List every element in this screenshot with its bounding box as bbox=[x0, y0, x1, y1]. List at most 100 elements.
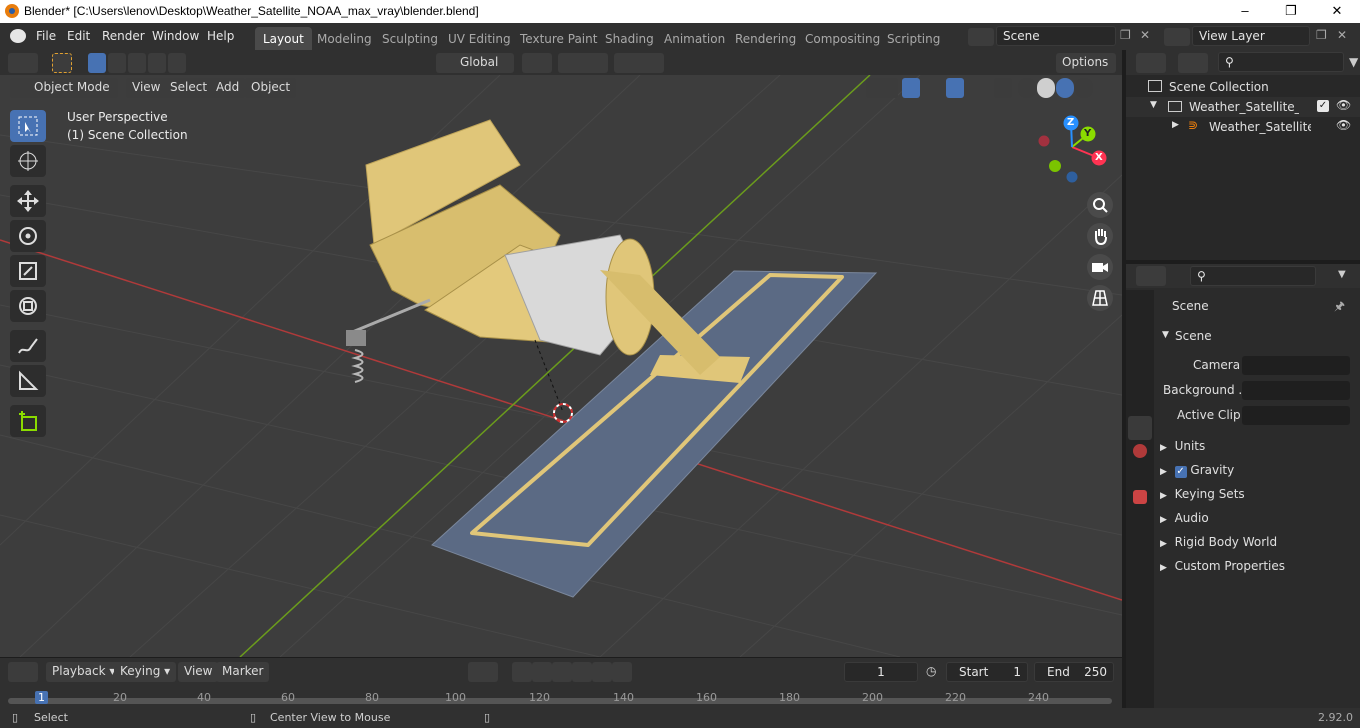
rendered-shading-icon[interactable] bbox=[1075, 78, 1093, 98]
mode-new-icon[interactable] bbox=[88, 53, 106, 73]
mode-subtract-icon[interactable] bbox=[128, 53, 146, 73]
play-reverse-icon[interactable] bbox=[552, 662, 572, 682]
xray-toggle-icon[interactable] bbox=[994, 78, 1012, 98]
rotate-tool-button[interactable] bbox=[10, 220, 46, 252]
tab-rendering[interactable]: Rendering bbox=[727, 27, 804, 50]
filter-icon[interactable]: ▼ bbox=[1349, 55, 1358, 69]
tab-uv-editing[interactable]: UV Editing bbox=[440, 27, 519, 50]
menu-file[interactable]: File bbox=[36, 29, 56, 43]
outliner-root-row[interactable]: Scene Collection bbox=[1126, 77, 1360, 97]
pivot-point-icon[interactable] bbox=[522, 53, 552, 73]
tab-animation[interactable]: Animation bbox=[656, 27, 733, 50]
cursor-tool-button[interactable] bbox=[10, 145, 46, 177]
custom-properties-section[interactable]: ▶ Custom Properties bbox=[1160, 559, 1285, 573]
scale-tool-button[interactable] bbox=[10, 255, 46, 287]
pin-icon[interactable]: 🖈 bbox=[1334, 297, 1345, 318]
active-clip-field[interactable] bbox=[1242, 406, 1350, 425]
outliner-item-collection[interactable]: ▼ Weather_Satellite_NOAA ✓ 👁 bbox=[1126, 97, 1360, 117]
keying-menu[interactable]: Keying ▾ bbox=[114, 662, 177, 682]
jump-start-icon[interactable] bbox=[512, 662, 532, 682]
properties-editor-icon[interactable] bbox=[1136, 266, 1166, 286]
marker-menu[interactable]: Marker bbox=[216, 662, 270, 682]
view-menu[interactable]: View bbox=[126, 78, 167, 98]
tab-shading[interactable]: Shading bbox=[597, 27, 662, 50]
tab-layout[interactable]: Layout bbox=[255, 27, 312, 50]
exclude-checkbox[interactable]: ✓ bbox=[1317, 100, 1329, 112]
menu-render[interactable]: Render bbox=[102, 29, 145, 43]
minimize-button[interactable]: – bbox=[1222, 0, 1268, 23]
new-scene-icon[interactable]: ❐ bbox=[1120, 28, 1131, 42]
mode-invert-icon[interactable] bbox=[148, 53, 166, 73]
tab-compositing[interactable]: Compositing bbox=[797, 27, 888, 50]
scene-panel-header[interactable]: Scene bbox=[1175, 329, 1212, 343]
tab-modeling[interactable]: Modeling bbox=[309, 27, 380, 50]
world-tab-icon[interactable] bbox=[1133, 444, 1147, 458]
object-mode-dropdown[interactable]: Object Mode bbox=[10, 78, 118, 98]
new-view-layer-icon[interactable]: ❐ bbox=[1316, 28, 1327, 42]
scene-tab-icon[interactable] bbox=[1128, 416, 1152, 440]
camera-view-button[interactable] bbox=[1087, 254, 1113, 280]
select-box-tool-icon[interactable] bbox=[52, 53, 72, 73]
menu-window[interactable]: Window bbox=[152, 29, 199, 43]
perspective-toggle-button[interactable] bbox=[1087, 285, 1113, 311]
delete-scene-icon[interactable]: ✕ bbox=[1140, 28, 1150, 42]
eye-icon[interactable]: 👁 bbox=[1336, 118, 1351, 132]
move-tool-button[interactable] bbox=[10, 185, 46, 217]
visibility-icon[interactable] bbox=[866, 78, 898, 98]
end-frame-field[interactable]: End 250 bbox=[1034, 662, 1114, 682]
view-layer-browse-icon[interactable] bbox=[1164, 28, 1190, 46]
maximize-button[interactable]: ❐ bbox=[1268, 0, 1314, 23]
scene-browse-icon[interactable] bbox=[968, 28, 994, 46]
3d-viewport[interactable]: X Y Z Object Mode View Select Add Object… bbox=[0, 75, 1122, 657]
menu-edit[interactable]: Edit bbox=[67, 29, 90, 43]
background-scene-field[interactable] bbox=[1242, 381, 1350, 400]
annotate-tool-button[interactable] bbox=[10, 330, 46, 362]
select-tool-button[interactable] bbox=[10, 110, 46, 142]
current-frame-field[interactable]: 1 bbox=[844, 662, 918, 682]
close-window-button[interactable]: ✕ bbox=[1314, 0, 1360, 23]
options-dropdown[interactable]: Options bbox=[1056, 53, 1116, 73]
proportional-editing-icon[interactable] bbox=[614, 53, 664, 73]
view-layer-tab-icon[interactable] bbox=[1128, 388, 1152, 412]
display-mode-icon[interactable] bbox=[1178, 53, 1208, 73]
outliner-search-input[interactable]: ⚲ bbox=[1218, 52, 1344, 72]
prev-keyframe-icon[interactable] bbox=[532, 662, 552, 682]
solid-shading-icon[interactable] bbox=[1037, 78, 1055, 98]
pan-button[interactable] bbox=[1087, 223, 1113, 249]
outliner-editor-icon[interactable] bbox=[1136, 53, 1166, 73]
mode-extend-icon[interactable] bbox=[108, 53, 126, 73]
playhead[interactable]: 1 bbox=[35, 691, 48, 704]
texture-tab-icon[interactable] bbox=[1133, 490, 1147, 504]
output-tab-icon[interactable] bbox=[1128, 360, 1152, 384]
jump-end-icon[interactable] bbox=[612, 662, 632, 682]
timeline-view-menu[interactable]: View bbox=[178, 662, 219, 682]
zoom-button[interactable] bbox=[1087, 192, 1113, 218]
units-section[interactable]: ▶ Units bbox=[1160, 439, 1205, 453]
eye-icon[interactable]: 👁 bbox=[1336, 98, 1351, 112]
tab-texture-paint[interactable]: Texture Paint bbox=[512, 27, 605, 50]
camera-field[interactable] bbox=[1242, 356, 1350, 375]
gizmo-toggle-icon[interactable] bbox=[902, 78, 920, 98]
gravity-checkbox[interactable]: ✓ bbox=[1174, 466, 1187, 478]
add-menu[interactable]: Add bbox=[210, 78, 246, 98]
timeline-editor-icon[interactable] bbox=[8, 662, 38, 682]
start-frame-field[interactable]: Start 1 bbox=[946, 662, 1028, 682]
blender-menu-icon[interactable] bbox=[10, 29, 26, 43]
wireframe-shading-icon[interactable] bbox=[1018, 78, 1036, 98]
render-tab-icon[interactable] bbox=[1128, 332, 1152, 356]
play-icon[interactable] bbox=[572, 662, 592, 682]
chevron-down-icon[interactable]: ▼ bbox=[1338, 269, 1346, 280]
gravity-section[interactable]: ▶ ✓ Gravity bbox=[1160, 463, 1234, 478]
tab-scripting[interactable]: Scripting bbox=[879, 27, 948, 50]
clock-icon[interactable]: ◷ bbox=[926, 664, 936, 678]
select-menu[interactable]: Select bbox=[164, 78, 214, 98]
keying-sets-section[interactable]: ▶ Keying Sets bbox=[1160, 487, 1245, 501]
properties-search-input[interactable]: ⚲ bbox=[1190, 266, 1316, 286]
transform-tool-button[interactable] bbox=[10, 290, 46, 322]
scene-name-field[interactable]: Scene bbox=[996, 26, 1116, 46]
auto-keying-icon[interactable] bbox=[468, 662, 498, 682]
mode-intersect-icon[interactable] bbox=[168, 53, 186, 73]
audio-section[interactable]: ▶ Audio bbox=[1160, 511, 1209, 525]
measure-tool-button[interactable] bbox=[10, 365, 46, 397]
outliner-item-object[interactable]: ▶ ⋑ Weather_Satellite_N 👁 bbox=[1126, 117, 1360, 137]
